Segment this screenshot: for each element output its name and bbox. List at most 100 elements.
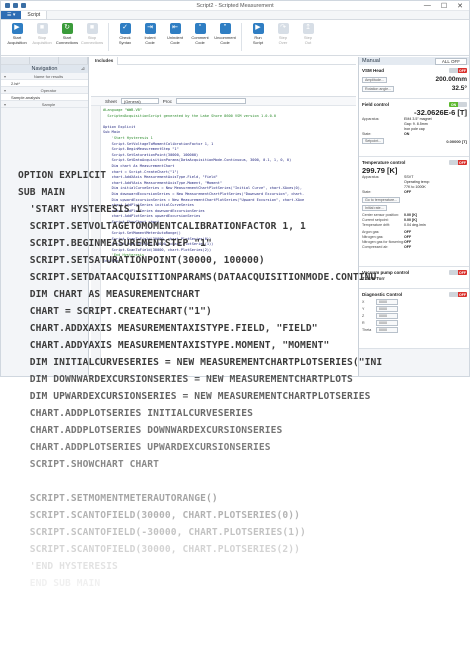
initial-rate-button[interactable]: Initial rate... [362,205,387,211]
vacuum-pump-label: Vacuum pump control [362,270,410,275]
stop-icon: ■ [86,23,98,34]
run-icon: ▶ [252,23,264,34]
ribbon-button-check[interactable]: ✓ Check Syntax [113,23,137,45]
ribbon-button-play[interactable]: ▶ Start Acquisition [5,23,29,45]
amplitude-button[interactable]: Amplitude... [362,76,387,83]
rotation-angle-button[interactable]: Rotation angle... [362,85,395,92]
maximize-button[interactable]: ☐ [441,2,447,10]
overlay-code-line: SCRIPT.SCANTOFIELD(30000, CHART.PLOTSERI… [18,510,301,521]
diagnostic-dropdown[interactable]: 0000 [376,313,398,319]
tab-includes[interactable]: Includes [91,56,119,65]
diagnostic-control-toggle[interactable]: OFF [449,292,467,297]
ribbon-button-step-over[interactable]: ↷ Step Over [271,23,295,45]
minimize-button[interactable]: — [424,2,431,10]
navigation-tabs [1,57,88,65]
ribbon-button-stop[interactable]: ■ Stop Connections [80,23,104,45]
navigation-tab-2[interactable] [30,57,59,64]
field-control-toggle[interactable]: ON [449,102,467,107]
diagnostic-dropdown[interactable]: 0000 [376,320,398,326]
diagnostic-dropdown[interactable]: 0000 [376,299,398,305]
navigation-title: Navigation [31,66,58,72]
rate-details: Center sensor position: 0.00 [K] Current s… [362,213,467,228]
diagnostic-dropdown[interactable]: 0000 [376,327,398,333]
proc-label: Proc [162,98,173,104]
temperature-control-title-row: Temperature control OFF [362,159,467,166]
pin-icon[interactable]: ⊿ [81,66,85,72]
code-area[interactable]: #Language "WWB-VB" ScriptedAcquisitionSc… [91,106,356,366]
navigation-row-label: Sample.analysis [11,94,41,100]
vsm-head-toggle[interactable]: OFF [449,68,467,73]
tab-script[interactable]: Script [21,11,48,19]
ribbon-button-step-out[interactable]: ↥ Step Out [296,23,320,45]
editor-tabbar: Includes [91,56,356,65]
ribbon-button-label: Comment Code [191,35,209,45]
ribbon-button-refresh[interactable]: ↻ Start Connections [55,23,79,45]
ribbon-button-run[interactable]: ▶ Run Script [246,23,270,45]
ribbon-button-label: Indent Code [144,35,156,45]
indent-icon: ⇥ [144,23,156,34]
sheet-label: Sheet [105,98,117,104]
temperature-control-toggle[interactable]: OFF [449,160,467,165]
navigation-row-label: Sample [41,101,56,107]
ribbon-button-label: Check Syntax [118,35,132,45]
includes-area[interactable] [91,65,356,97]
field-detail-value: ON [404,132,410,136]
sheet-dropdown[interactable]: (General) [120,98,159,104]
navigation-row[interactable]: ▾ Sample [1,101,88,108]
ribbon-button-unindent[interactable]: ⇤ Unindent Code [163,23,187,45]
field-control-section: Field control ON -32.0626E-6 [T] Apparat… [359,99,469,157]
uncomment-icon: ” [219,23,231,34]
navigation-row-label: 2.lst* [11,80,20,86]
vacuum-value: 7.04 E Torr [362,276,385,281]
comment-icon: “ [194,23,206,34]
ribbon-button-label: Uncomment Code [214,35,236,45]
diagnostic-key: Theta [362,327,372,332]
redo-icon[interactable] [21,3,26,8]
temperature-control-section: Temperature control OFF 299.79 [K] Appar… [359,157,469,267]
close-button[interactable]: ✕ [457,2,463,10]
goto-temp-row: Go to temperature... [362,197,467,203]
ribbon-button-label: Start Acquisition [7,35,27,45]
diagnostic-row: R 0000 [362,320,467,326]
navigation-tab-3[interactable] [59,57,88,64]
ribbon-button-label: Run Script [252,35,264,45]
rotation-row: Rotation angle... 32.5° [362,85,467,92]
file-menu-button[interactable]: ☰ ▾ [1,11,22,19]
manual-panel: Manual ALL OFF VSM Head OFF Amplitude...… [358,57,469,376]
step-out-icon: ↥ [302,23,314,34]
initial-rate-row: Initial rate... [362,205,467,211]
diagnostic-key: R [362,320,365,325]
check-icon: ✓ [119,23,131,34]
stop-icon: ■ [36,23,48,34]
ribbon-button-uncomment[interactable]: ” Uncomment Code [213,23,237,45]
overlay-code-line: 'END HYSTERESIS [18,561,118,572]
navigation-row[interactable]: Sample.analysis [1,94,88,101]
diagnostic-dropdown[interactable]: 0000 [376,306,398,312]
gas-details: Argon gas: OFF Nitrogen gas: OFF Nitrogen ga… [362,230,467,250]
gas-detail-key: Compressed air: [362,245,389,249]
ribbon-button-indent[interactable]: ⇥ Indent Code [138,23,162,45]
navigation-header: Navigation ⊿ [1,65,88,73]
navigation-row[interactable]: ▾ Name for results [1,73,88,80]
field-setpoint-value: 0.00000 [T] [446,138,467,144]
ribbon-toolbar: ▶ Start Acquisition ■ Stop Acquisition ↻ Star… [1,20,469,56]
proc-dropdown[interactable] [176,98,247,104]
vacuum-pump-toggle[interactable]: OFF [449,270,467,275]
overlay-code-line: SCRIPT.SETMOMENTMETERAUTORANGE() [18,493,218,504]
temperature-detail-value: OFF [404,190,412,194]
rate-detail-key: Temperature drift: [362,223,391,227]
menu-tabs: ☰ ▾ Script [1,11,469,20]
navigation-row[interactable]: ▾ Operator [1,87,88,94]
script-editor: Includes Sheet (General) Proc #Language … [91,56,356,376]
field-setpoint-button[interactable]: Setpoint... [362,138,385,144]
go-to-temperature-button[interactable]: Go to temperature... [362,197,401,203]
refresh-icon: ↻ [61,23,73,34]
save-icon[interactable] [5,3,10,8]
all-off-button[interactable]: ALL OFF [434,57,467,65]
navigation-row-label: Name for results [33,73,64,79]
navigation-row[interactable]: 2.lst* [1,80,88,87]
ribbon-button-comment[interactable]: “Comment Code [188,23,212,45]
navigation-tab-1[interactable] [1,57,30,64]
ribbon-button-stop[interactable]: ■ Stop Acquisition [30,23,54,45]
undo-icon[interactable] [13,3,18,8]
